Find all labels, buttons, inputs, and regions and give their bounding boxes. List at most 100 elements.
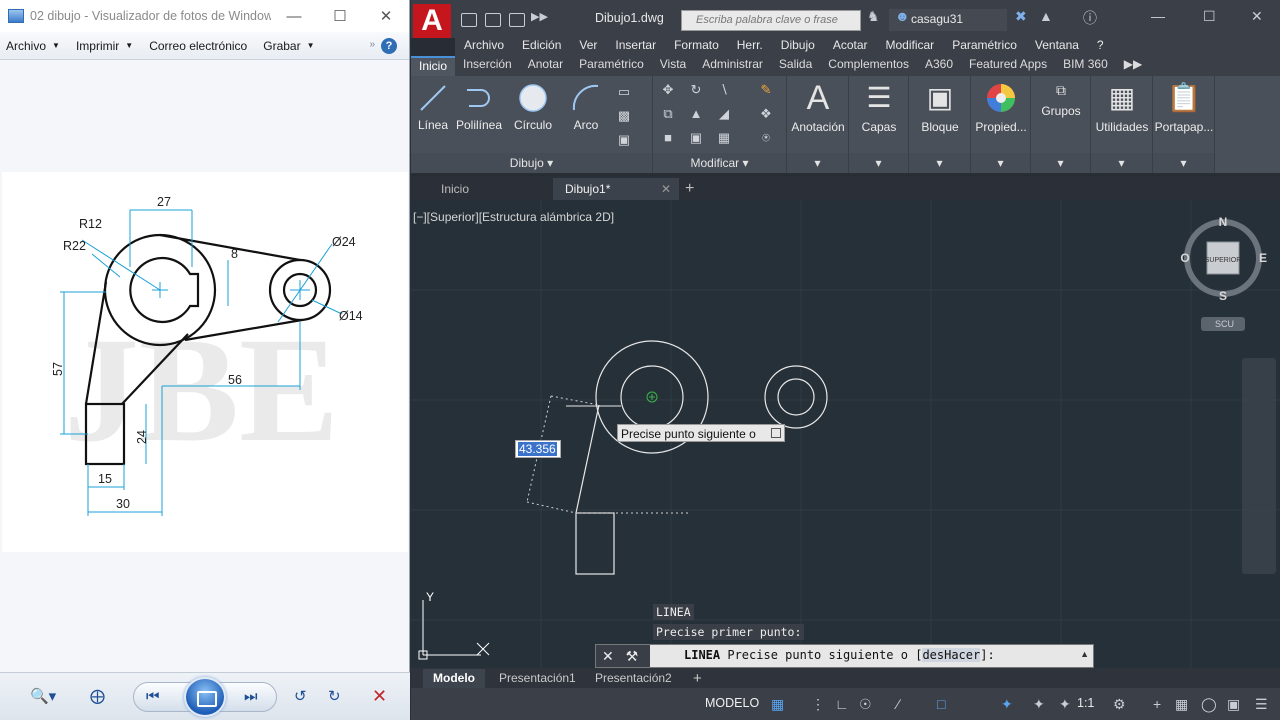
hardware-acceleration-icon[interactable]: ◯ (1201, 696, 1217, 713)
overflow-icon[interactable]: » (369, 39, 375, 50)
option-deshacer[interactable]: desHacer (922, 648, 981, 662)
erase-icon[interactable]: ✎ (757, 82, 775, 98)
dynamic-input-length[interactable]: 43.356 (515, 440, 561, 458)
region-icon[interactable]: ▣ (615, 132, 633, 148)
offset-icon[interactable]: ⍟ (757, 130, 775, 146)
panel-modificar-label[interactable]: Modificar ▾ (653, 156, 786, 170)
new-icon[interactable] (461, 13, 477, 27)
filetab-inicio[interactable]: Inicio (411, 178, 553, 200)
tab-presentacion2[interactable]: Presentación2 (585, 669, 682, 688)
command-line-grip[interactable]: ✕ ⚒ (596, 645, 650, 667)
navigation-bar[interactable] (1242, 358, 1276, 574)
dropdown-icon[interactable] (771, 428, 781, 438)
array-icon[interactable]: ▦ (715, 130, 733, 146)
open-icon[interactable] (485, 13, 501, 27)
isodraft-icon[interactable]: ∕ (897, 696, 899, 712)
viewcube[interactable]: SUPERIOR N S E O SCU (1179, 212, 1269, 332)
mirror-icon[interactable]: ▲ (687, 106, 705, 122)
compass-o[interactable]: O (1180, 251, 1189, 265)
application-menu-button[interactable]: A (413, 4, 451, 38)
groups-tool[interactable]: ⧉ Grupos (1031, 80, 1091, 118)
minimize-button[interactable]: — (1151, 8, 1165, 24)
rotate-icon[interactable]: ↻ (687, 82, 705, 98)
snap-icon[interactable]: ⋮ (811, 696, 825, 713)
rectangle-icon[interactable]: ▭ (615, 84, 633, 100)
layers-tool[interactable]: ☰ Capas (849, 80, 909, 134)
menu-dibujo[interactable]: Dibujo (772, 38, 824, 56)
menu-correo[interactable]: Correo electrónico (149, 39, 247, 53)
stretch-icon[interactable]: ■ (659, 130, 677, 146)
menu-grabar[interactable]: Grabar ▼ (263, 39, 314, 53)
command-history-toggle-icon[interactable]: ▲ (1080, 649, 1089, 659)
compass-s[interactable]: S (1219, 289, 1227, 303)
panel-dibujo-label[interactable]: Dibujo ▾ (411, 156, 652, 170)
maximize-button[interactable]: ☐ (1203, 8, 1216, 25)
next-icon[interactable]: ⏭ (244, 683, 258, 709)
menu-ventana[interactable]: Ventana (1026, 38, 1088, 56)
explode-icon[interactable]: ❖ (757, 106, 775, 122)
clean-screen-icon[interactable]: ▣ (1227, 696, 1240, 713)
block-tool[interactable]: ▣ Bloque (909, 80, 971, 134)
chevron-down-icon[interactable]: ▾ (1031, 156, 1090, 170)
rotate-left-icon[interactable]: ↺ (294, 683, 307, 709)
menu-insertar[interactable]: Insertar (606, 38, 665, 56)
rotate-right-icon[interactable]: ↻ (328, 683, 341, 709)
line-tool[interactable]: Línea (417, 82, 449, 132)
delete-icon[interactable]: ✕ (372, 683, 387, 709)
properties-tool[interactable]: Propied... (971, 80, 1031, 134)
new-tab-icon[interactable]: + (685, 178, 694, 200)
grid-icon[interactable]: ▦ (771, 696, 784, 713)
scale-selector[interactable]: 1:1 (1077, 696, 1094, 710)
close-button[interactable]: ✕ (1251, 8, 1263, 25)
clipboard-tool[interactable]: 📋 Portapap... (1153, 80, 1215, 134)
object-snap-icon[interactable]: □ (937, 696, 945, 712)
a360-icon[interactable]: ▲ (1039, 8, 1053, 24)
close-button[interactable]: ✕ (363, 0, 409, 32)
menu-edicion[interactable]: Edición (513, 38, 570, 56)
compass-e[interactable]: E (1259, 251, 1267, 265)
auto-scale-icon[interactable]: ✦ (1059, 696, 1071, 713)
annotation-scale-icon[interactable]: ✦ (1001, 696, 1013, 713)
command-line[interactable]: ✕ ⚒ LINEA Precise punto siguiente o [des… (595, 644, 1094, 668)
tab-modelo[interactable]: Modelo (423, 669, 485, 688)
annotation-tool[interactable]: A Anotación (787, 80, 849, 134)
menu-formato[interactable]: Formato (665, 38, 728, 56)
chevron-down-icon[interactable]: ▾ (787, 156, 848, 170)
arc-tool[interactable]: Arco (569, 82, 603, 132)
maximize-button[interactable]: ☐ (317, 0, 363, 32)
chevron-down-icon[interactable]: ▾ (971, 156, 1030, 170)
tab-bim360[interactable]: BIM 360 (1055, 56, 1116, 76)
qat-more-icon[interactable]: ▶▶ (531, 10, 548, 23)
workspace-gear-icon[interactable]: ⚙ (1113, 696, 1126, 713)
binoculars-icon[interactable]: ♞ (867, 8, 880, 25)
menu-archivo[interactable]: Archivo ▼ (6, 39, 60, 53)
chevron-down-icon[interactable]: ▾ (1091, 156, 1152, 170)
chevron-down-icon[interactable]: ▾ (849, 156, 908, 170)
customize-icon[interactable]: ☰ (1255, 696, 1268, 713)
tabs-more-icon[interactable]: ▶▶ (1116, 56, 1150, 76)
chevron-down-icon[interactable]: ▾ (1153, 156, 1214, 170)
ortho-icon[interactable]: ∟ (835, 696, 849, 712)
help-icon[interactable]: ⓘ (1083, 8, 1097, 28)
tab-presentacion1[interactable]: Presentación1 (489, 669, 586, 688)
search-input[interactable]: Escriba palabra clave o frase (681, 10, 861, 31)
actual-size-icon[interactable]: ⨁ (90, 683, 105, 709)
tab-anotar[interactable]: Anotar (520, 56, 571, 76)
polyline-tool[interactable]: Polilínea (455, 82, 503, 132)
trim-icon[interactable]: ∖ (715, 82, 733, 98)
utilities-tool[interactable]: ▦ Utilidades (1091, 80, 1153, 134)
isolate-icon[interactable]: ▦ (1175, 696, 1188, 713)
close-icon[interactable]: ✕ (602, 648, 614, 664)
menu-archivo[interactable]: Archivo (455, 38, 513, 56)
add-layout-icon[interactable]: + (683, 669, 712, 688)
ucs-menu[interactable]: SCU (1215, 319, 1234, 329)
tab-a360[interactable]: A360 (917, 56, 961, 76)
plus-icon[interactable]: + (1153, 696, 1161, 712)
tab-inicio[interactable]: Inicio (411, 56, 456, 76)
tab-complementos[interactable]: Complementos (820, 56, 917, 76)
menu-help[interactable]: ? (1088, 38, 1113, 56)
previous-icon[interactable]: ⏮ (146, 683, 160, 709)
help-icon[interactable]: ? (381, 38, 397, 54)
tab-administrar[interactable]: Administrar (694, 56, 771, 76)
model-space-toggle[interactable]: MODELO (705, 696, 759, 710)
